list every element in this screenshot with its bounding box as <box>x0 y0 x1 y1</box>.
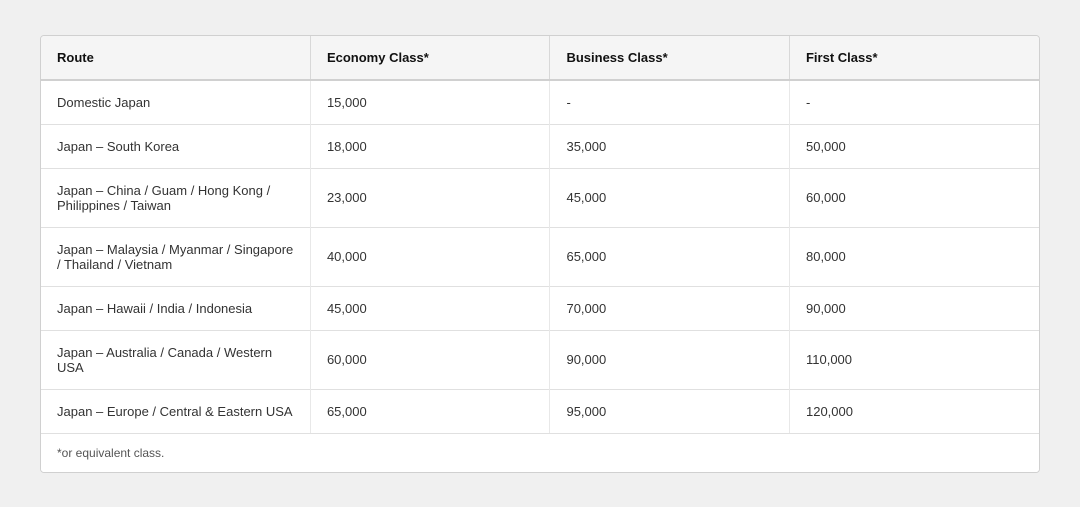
table-row: Japan – Europe / Central & Eastern USA65… <box>41 389 1039 433</box>
cell-route: Domestic Japan <box>41 80 310 125</box>
cell-business: 35,000 <box>550 124 790 168</box>
cell-business: - <box>550 80 790 125</box>
cell-route: Japan – Europe / Central & Eastern USA <box>41 389 310 433</box>
cell-business: 95,000 <box>550 389 790 433</box>
cell-route: Japan – Australia / Canada / Western USA <box>41 330 310 389</box>
cell-business: 70,000 <box>550 286 790 330</box>
table-row: Japan – Australia / Canada / Western USA… <box>41 330 1039 389</box>
cell-economy: 40,000 <box>310 227 550 286</box>
table-header-row: Route Economy Class* Business Class* Fir… <box>41 36 1039 80</box>
cell-first: 120,000 <box>789 389 1039 433</box>
cell-first: 110,000 <box>789 330 1039 389</box>
cell-route: Japan – China / Guam / Hong Kong / Phili… <box>41 168 310 227</box>
cell-business: 90,000 <box>550 330 790 389</box>
cell-economy: 65,000 <box>310 389 550 433</box>
cell-business: 45,000 <box>550 168 790 227</box>
cell-business: 65,000 <box>550 227 790 286</box>
header-route: Route <box>41 36 310 80</box>
table-row: Japan – Malaysia / Myanmar / Singapore /… <box>41 227 1039 286</box>
cell-first: 80,000 <box>789 227 1039 286</box>
table-row: Japan – Hawaii / India / Indonesia45,000… <box>41 286 1039 330</box>
header-economy: Economy Class* <box>310 36 550 80</box>
cell-route: Japan – South Korea <box>41 124 310 168</box>
footer-note: *or equivalent class. <box>41 433 1039 472</box>
cell-first: 90,000 <box>789 286 1039 330</box>
cell-first: - <box>789 80 1039 125</box>
cell-economy: 15,000 <box>310 80 550 125</box>
cell-route: Japan – Malaysia / Myanmar / Singapore /… <box>41 227 310 286</box>
award-chart-table: Route Economy Class* Business Class* Fir… <box>40 35 1040 473</box>
cell-economy: 18,000 <box>310 124 550 168</box>
cell-economy: 45,000 <box>310 286 550 330</box>
cell-route: Japan – Hawaii / India / Indonesia <box>41 286 310 330</box>
header-business: Business Class* <box>550 36 790 80</box>
table-row: Domestic Japan15,000-- <box>41 80 1039 125</box>
table-row: Japan – South Korea18,00035,00050,000 <box>41 124 1039 168</box>
cell-first: 60,000 <box>789 168 1039 227</box>
table-row: Japan – China / Guam / Hong Kong / Phili… <box>41 168 1039 227</box>
cell-first: 50,000 <box>789 124 1039 168</box>
cell-economy: 23,000 <box>310 168 550 227</box>
header-first: First Class* <box>789 36 1039 80</box>
cell-economy: 60,000 <box>310 330 550 389</box>
